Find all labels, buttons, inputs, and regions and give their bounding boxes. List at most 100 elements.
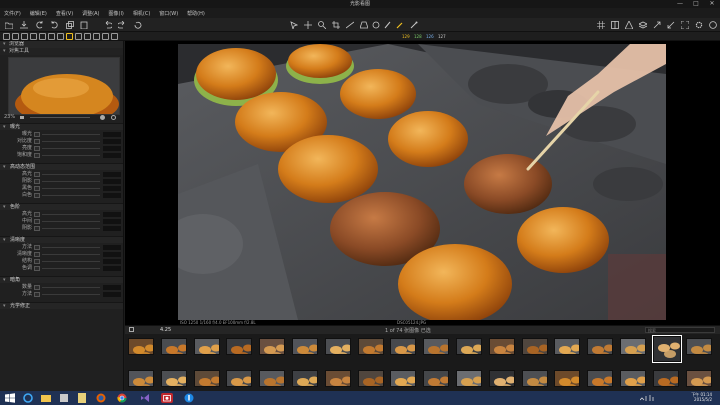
filmstrip-thumbnail[interactable] bbox=[357, 370, 384, 387]
brush-icon[interactable] bbox=[384, 21, 392, 29]
tab-more[interactable] bbox=[111, 33, 118, 40]
firefox-icon[interactable] bbox=[95, 393, 107, 403]
adjustment-value-field[interactable] bbox=[103, 212, 121, 217]
adjustment-value-field[interactable] bbox=[103, 132, 121, 137]
layers-icon[interactable] bbox=[639, 21, 647, 29]
filmstrip-thumbnail[interactable] bbox=[620, 370, 646, 387]
adjustment-checkbox[interactable] bbox=[34, 219, 40, 224]
tab-batch[interactable] bbox=[93, 33, 100, 40]
filmstrip-zoom[interactable]: 4.25 bbox=[160, 327, 171, 333]
section-header[interactable]: 清晰度 bbox=[0, 236, 123, 244]
menu-image[interactable]: 图像(I) bbox=[109, 10, 124, 17]
adjustment-slider[interactable] bbox=[42, 294, 100, 295]
filmstrip-thumbnail[interactable] bbox=[324, 338, 351, 355]
tab-lens[interactable] bbox=[21, 33, 28, 40]
vs-icon[interactable] bbox=[139, 393, 151, 403]
adjustment-checkbox[interactable] bbox=[34, 259, 40, 264]
filmstrip-thumbnail[interactable] bbox=[128, 370, 154, 387]
section-header[interactable]: 暗角 bbox=[0, 276, 123, 284]
filmstrip-thumbnail[interactable] bbox=[193, 370, 220, 387]
reset-icon[interactable] bbox=[134, 21, 142, 29]
adjustment-slider[interactable] bbox=[42, 141, 100, 142]
menu-file[interactable]: 文件(F) bbox=[4, 10, 21, 17]
section-header[interactable]: 高动态范围 bbox=[0, 163, 123, 171]
section-header[interactable]: 曝光 bbox=[0, 123, 123, 131]
navigator-preview[interactable] bbox=[8, 57, 120, 115]
filmstrip-thumbnail[interactable] bbox=[456, 338, 482, 355]
straighten-icon[interactable] bbox=[346, 21, 354, 29]
filmstrip-thumbnail[interactable] bbox=[193, 338, 220, 355]
grid-icon[interactable] bbox=[597, 21, 605, 29]
pan-icon[interactable] bbox=[304, 21, 312, 29]
filmstrip-thumbnail[interactable] bbox=[521, 370, 548, 387]
adjustment-checkbox[interactable] bbox=[34, 179, 40, 184]
filmstrip-thumbnail[interactable] bbox=[357, 338, 384, 355]
undo-icon[interactable] bbox=[104, 21, 112, 29]
clock[interactable]: 下午 01:14 2015/5/2 bbox=[691, 392, 712, 402]
adjustment-checkbox[interactable] bbox=[34, 193, 40, 198]
tab-capture[interactable] bbox=[12, 33, 19, 40]
adjustment-checkbox[interactable] bbox=[34, 139, 40, 144]
adjustment-checkbox[interactable] bbox=[34, 252, 40, 257]
filmstrip-search-input[interactable]: 搜索 bbox=[645, 327, 715, 333]
adjustment-checkbox[interactable] bbox=[34, 245, 40, 250]
adjustment-value-field[interactable] bbox=[103, 266, 121, 271]
compare-icon[interactable] bbox=[611, 21, 619, 29]
search-icon[interactable] bbox=[111, 115, 116, 120]
adjustment-value-field[interactable] bbox=[103, 139, 121, 144]
filmstrip-thumbnail[interactable] bbox=[456, 370, 482, 387]
tab-metadata[interactable] bbox=[75, 33, 82, 40]
filmstrip-thumbnail[interactable] bbox=[652, 370, 679, 387]
settings-icon[interactable] bbox=[695, 21, 703, 29]
copy-icon[interactable] bbox=[66, 21, 74, 29]
filmstrip-thumbnail[interactable] bbox=[488, 370, 515, 387]
filmstrip-thumbnail[interactable] bbox=[226, 370, 253, 387]
zoom-slider[interactable] bbox=[30, 117, 90, 118]
adjustment-value-field[interactable] bbox=[103, 153, 121, 158]
paste-icon[interactable] bbox=[80, 21, 88, 29]
tab-color[interactable] bbox=[30, 33, 37, 40]
view-mode-icon[interactable] bbox=[129, 327, 134, 332]
info-icon[interactable] bbox=[183, 393, 195, 403]
filmstrip-thumbnail[interactable] bbox=[587, 338, 614, 355]
adjustment-checkbox[interactable] bbox=[34, 186, 40, 191]
adjustment-slider[interactable] bbox=[42, 287, 100, 288]
menu-window[interactable]: 窗口(W) bbox=[159, 10, 178, 17]
maximize-button[interactable]: □ bbox=[688, 0, 704, 8]
adjustment-checkbox[interactable] bbox=[34, 266, 40, 271]
crop-icon[interactable] bbox=[332, 21, 340, 29]
adjustment-checkbox[interactable] bbox=[34, 132, 40, 137]
navigator-header[interactable]: 浏览器 bbox=[0, 41, 123, 48]
adjustment-value-field[interactable] bbox=[103, 292, 121, 297]
circle-tool-icon[interactable] bbox=[372, 21, 380, 29]
adjustment-value-field[interactable] bbox=[103, 285, 121, 290]
adjustment-slider[interactable] bbox=[42, 221, 100, 222]
adjustment-checkbox[interactable] bbox=[34, 172, 40, 177]
adjustment-slider[interactable] bbox=[42, 148, 100, 149]
help-icon[interactable] bbox=[709, 21, 717, 29]
filmstrip-thumbnail[interactable] bbox=[620, 338, 646, 355]
adjustment-slider[interactable] bbox=[42, 214, 100, 215]
menu-camera[interactable]: 相机(C) bbox=[133, 10, 150, 17]
adjustment-value-field[interactable] bbox=[103, 172, 121, 177]
notes-icon[interactable] bbox=[76, 393, 88, 403]
adjustment-slider[interactable] bbox=[42, 155, 100, 156]
section-header[interactable]: 色阶 bbox=[0, 203, 123, 211]
adjustment-slider[interactable] bbox=[42, 181, 100, 182]
close-button[interactable]: ✕ bbox=[704, 0, 720, 8]
adjustment-checkbox[interactable] bbox=[34, 212, 40, 217]
filmstrip-thumbnail[interactable] bbox=[390, 338, 417, 355]
adjustment-checkbox[interactable] bbox=[34, 153, 40, 158]
menu-adjust[interactable]: 调整(A) bbox=[82, 10, 99, 17]
collapse-icon[interactable] bbox=[667, 21, 675, 29]
adjustment-checkbox[interactable] bbox=[34, 146, 40, 151]
menu-help[interactable]: 帮助(H) bbox=[187, 10, 205, 17]
rotate-left-icon[interactable] bbox=[36, 21, 44, 29]
zoom-icon[interactable] bbox=[318, 21, 326, 29]
filmstrip-thumbnail[interactable] bbox=[521, 338, 548, 355]
filmstrip-thumbnail[interactable] bbox=[423, 370, 450, 387]
adjustment-slider[interactable] bbox=[42, 261, 100, 262]
filmstrip-thumbnail[interactable] bbox=[685, 370, 712, 387]
filmstrip-thumbnail[interactable] bbox=[554, 370, 581, 387]
adjustment-value-field[interactable] bbox=[103, 219, 121, 224]
